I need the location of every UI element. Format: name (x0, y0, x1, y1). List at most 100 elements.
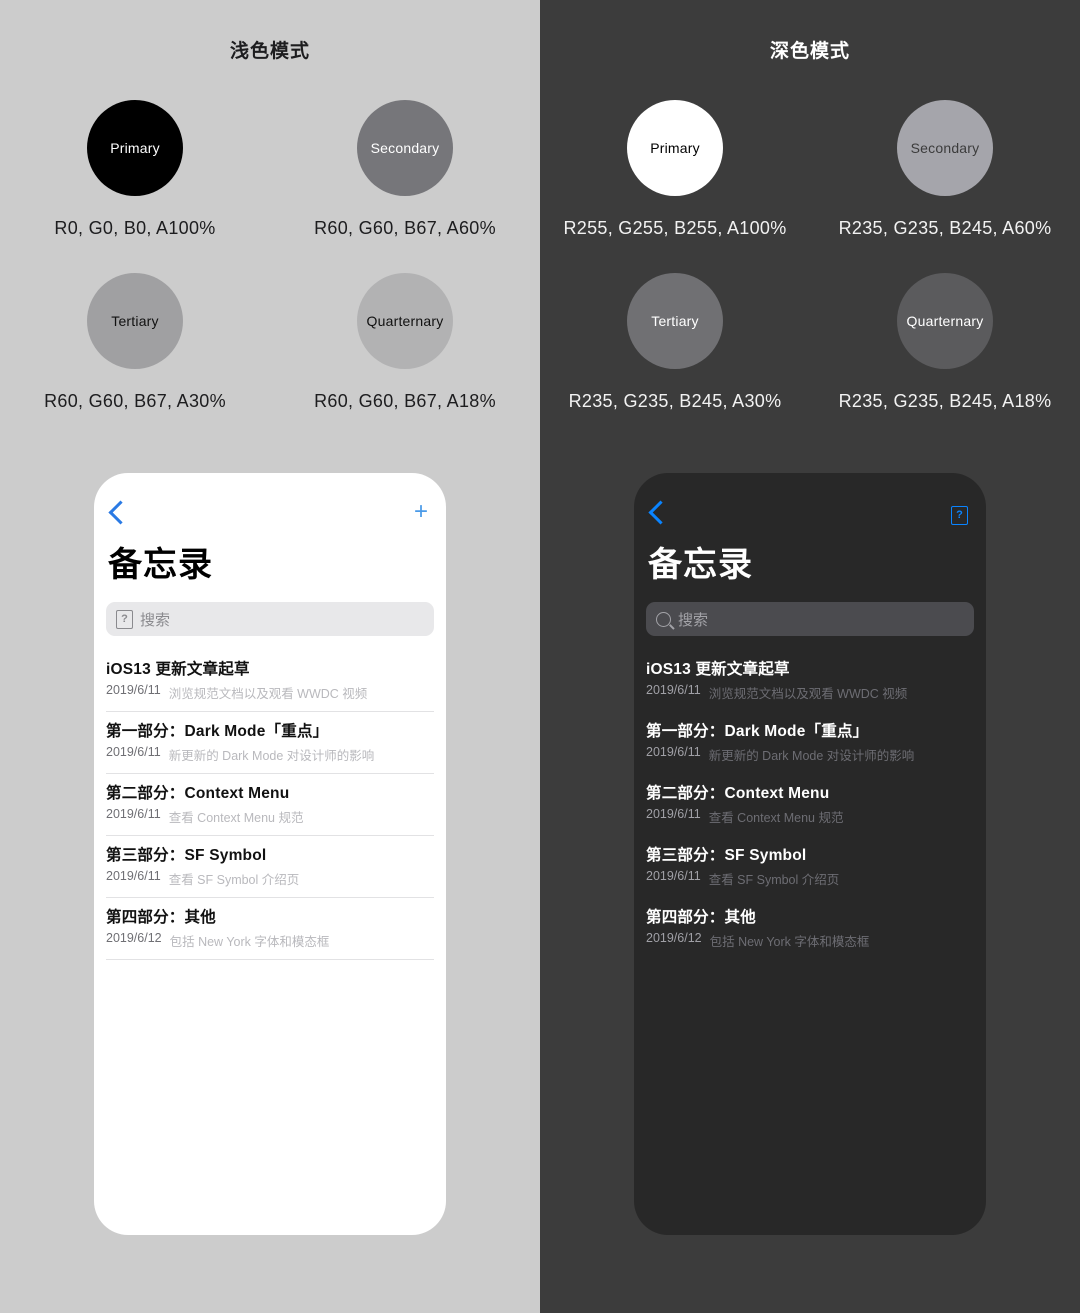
light-nav-bar: + (94, 473, 446, 529)
note-description: 新更新的 Dark Mode 对设计师的影响 (168, 749, 375, 763)
color-circle-secondary: Secondary (357, 100, 453, 196)
note-description: 查看 SF Symbol 介绍页 (168, 873, 300, 887)
magnifier-icon (656, 611, 671, 627)
note-date: 2019/6/11 (646, 683, 701, 697)
note-title: 第二部分：Context Menu (646, 785, 830, 802)
note-date: 2019/6/11 (106, 745, 161, 759)
note-list-item[interactable]: iOS13 更新文章起草 2019/6/11 浏览规范文档以及观看 WWDC 视频 (646, 650, 974, 712)
light-phone-mockup: + 备忘录 ? 搜索 iOS13 更新文章起草 2019/6/11 浏览规范文档以及… (94, 473, 446, 1235)
note-list-item[interactable]: 第二部分：Context Menu 2019/6/11 查看 Context Men… (646, 774, 974, 836)
note-title: 第四部分：其他 (106, 909, 216, 926)
swatch-label-primary: R0, G0, B0, A100% (54, 218, 216, 238)
light-notes-list: iOS13 更新文章起草 2019/6/11 浏览规范文档以及观看 WWDC 视频第… (94, 650, 446, 960)
dark-search-input[interactable]: 搜索 (646, 602, 974, 636)
note-subtitle: 2019/6/11 查看 SF Symbol 介绍页 (106, 869, 434, 888)
color-circle-tertiary: Tertiary (87, 273, 183, 369)
swatch-row: Tertiary R235, G235, B245, A30% Quartern… (540, 273, 1080, 412)
note-title: 第四部分：其他 (646, 909, 756, 926)
note-title: iOS13 更新文章起草 (646, 661, 790, 678)
swatch-cell-secondary: Secondary R60, G60, B67, A60% (270, 100, 540, 239)
note-description: 查看 SF Symbol 介绍页 (708, 873, 840, 887)
note-subtitle: 2019/6/11 查看 SF Symbol 介绍页 (646, 869, 974, 888)
swatch-label-secondary: R60, G60, B67, A60% (314, 218, 496, 238)
note-subtitle: 2019/6/11 浏览规范文档以及观看 WWDC 视频 (646, 683, 974, 702)
swatch-label-secondary: R235, G235, B245, A60% (838, 218, 1052, 238)
note-list-item[interactable]: 第四部分：其他 2019/6/12 包括 New York 字体和模态框 (646, 898, 974, 960)
dark-search-placeholder: 搜索 (678, 611, 709, 629)
note-list-item[interactable]: 第三部分：SF Symbol 2019/6/11 查看 SF Symbol 介绍页 (106, 836, 434, 898)
note-list-item[interactable]: 第三部分：SF Symbol 2019/6/11 查看 SF Symbol 介绍页 (646, 836, 974, 898)
note-date: 2019/6/11 (646, 807, 701, 821)
note-description: 浏览规范文档以及观看 WWDC 视频 (708, 687, 908, 701)
dark-nav-bar: ? (634, 473, 986, 529)
note-subtitle: 2019/6/12 包括 New York 字体和模态框 (106, 931, 434, 950)
note-subtitle: 2019/6/11 查看 Context Menu 规范 (106, 807, 434, 826)
note-description: 查看 Context Menu 规范 (708, 811, 844, 825)
note-date: 2019/6/11 (106, 807, 161, 821)
color-circle-quarternary: Quarternary (357, 273, 453, 369)
note-description: 浏览规范文档以及观看 WWDC 视频 (168, 687, 368, 701)
swatch-label-tertiary: R60, G60, B67, A30% (44, 391, 226, 411)
swatch-cell-primary: Primary R0, G0, B0, A100% (0, 100, 270, 239)
swatch-row: Primary R0, G0, B0, A100% Secondary R60,… (0, 100, 540, 239)
chevron-left-icon[interactable] (108, 499, 133, 525)
swatch-label-primary: R255, G255, B255, A100% (563, 218, 787, 238)
light-search-placeholder: 搜索 (140, 611, 171, 629)
swatch-cell-primary: Primary R255, G255, B255, A100% (540, 100, 810, 239)
note-title: 第一部分：Dark Mode「重点」 (106, 723, 329, 740)
note-subtitle: 2019/6/11 新更新的 Dark Mode 对设计师的影响 (106, 745, 434, 764)
swatch-cell-quarternary: Quarternary R235, G235, B245, A18% (810, 273, 1080, 412)
color-circle-quarternary: Quarternary (897, 273, 993, 369)
note-title: 第三部分：SF Symbol (106, 847, 267, 864)
light-search-input[interactable]: ? 搜索 (106, 602, 434, 636)
color-circle-secondary: Secondary (897, 100, 993, 196)
comparison-stage: 浅色模式 Primary R0, G0, B0, A100% Secondary… (0, 0, 1080, 1313)
note-list-item[interactable]: iOS13 更新文章起草 2019/6/11 浏览规范文档以及观看 WWDC 视频 (106, 650, 434, 712)
note-subtitle: 2019/6/11 新更新的 Dark Mode 对设计师的影响 (646, 745, 974, 764)
swatch-cell-secondary: Secondary R235, G235, B245, A60% (810, 100, 1080, 239)
plus-icon[interactable]: + (414, 500, 428, 524)
note-title: 第一部分：Dark Mode「重点」 (646, 723, 869, 740)
note-description: 新更新的 Dark Mode 对设计师的影响 (708, 749, 915, 763)
swatch-row: Primary R255, G255, B255, A100% Secondar… (540, 100, 1080, 239)
note-subtitle: 2019/6/11 查看 Context Menu 规范 (646, 807, 974, 826)
swatch-label-quarternary: R235, G235, B245, A18% (838, 391, 1052, 411)
chevron-left-icon[interactable] (648, 499, 673, 525)
missing-glyph-tofu-icon[interactable]: ? (951, 499, 968, 525)
note-list-item[interactable]: 第一部分：Dark Mode「重点」 2019/6/11 新更新的 Dark Mod… (106, 712, 434, 774)
light-swatch-grid: Primary R0, G0, B0, A100% Secondary R60,… (0, 100, 540, 412)
note-date: 2019/6/11 (106, 683, 161, 697)
note-date: 2019/6/11 (106, 869, 161, 883)
note-description: 包括 New York 字体和模态框 (709, 935, 870, 949)
light-pane-title: 浅色模式 (229, 41, 310, 62)
note-description: 查看 Context Menu 规范 (168, 811, 304, 825)
note-date: 2019/6/11 (646, 869, 701, 883)
note-date: 2019/6/12 (106, 931, 162, 945)
color-circle-primary: Primary (627, 100, 723, 196)
light-mode-pane: 浅色模式 Primary R0, G0, B0, A100% Secondary… (0, 0, 540, 1313)
color-circle-tertiary: Tertiary (627, 273, 723, 369)
note-date: 2019/6/11 (646, 745, 701, 759)
dark-page-title: 备忘录 (648, 546, 753, 584)
note-list-item[interactable]: 第二部分：Context Menu 2019/6/11 查看 Context Men… (106, 774, 434, 836)
swatch-cell-tertiary: Tertiary R235, G235, B245, A30% (540, 273, 810, 412)
dark-swatch-grid: Primary R255, G255, B255, A100% Secondar… (540, 100, 1080, 412)
dark-notes-list: iOS13 更新文章起草 2019/6/11 浏览规范文档以及观看 WWDC 视频第… (634, 650, 986, 960)
note-title: 第三部分：SF Symbol (646, 847, 807, 864)
note-title: iOS13 更新文章起草 (106, 661, 250, 678)
light-page-title: 备忘录 (108, 546, 213, 584)
swatch-label-tertiary: R235, G235, B245, A30% (568, 391, 782, 411)
swatch-cell-quarternary: Quarternary R60, G60, B67, A18% (270, 273, 540, 412)
note-title: 第二部分：Context Menu (106, 785, 290, 802)
missing-glyph-tofu-icon: ? (116, 609, 133, 629)
note-list-item[interactable]: 第一部分：Dark Mode「重点」 2019/6/11 新更新的 Dark Mod… (646, 712, 974, 774)
swatch-row: Tertiary R60, G60, B67, A30% Quarternary… (0, 273, 540, 412)
note-date: 2019/6/12 (646, 931, 702, 945)
note-list-item[interactable]: 第四部分：其他 2019/6/12 包括 New York 字体和模态框 (106, 898, 434, 960)
note-subtitle: 2019/6/12 包括 New York 字体和模态框 (646, 931, 974, 950)
note-subtitle: 2019/6/11 浏览规范文档以及观看 WWDC 视频 (106, 683, 434, 702)
dark-phone-mockup: ? 备忘录 搜索 iOS13 更新文章起草 2019/6/11 浏览规范文档以及观看… (634, 473, 986, 1235)
note-description: 包括 New York 字体和模态框 (169, 935, 330, 949)
swatch-cell-tertiary: Tertiary R60, G60, B67, A30% (0, 273, 270, 412)
dark-mode-pane: 深色模式 Primary R255, G255, B255, A100% Sec… (540, 0, 1080, 1313)
